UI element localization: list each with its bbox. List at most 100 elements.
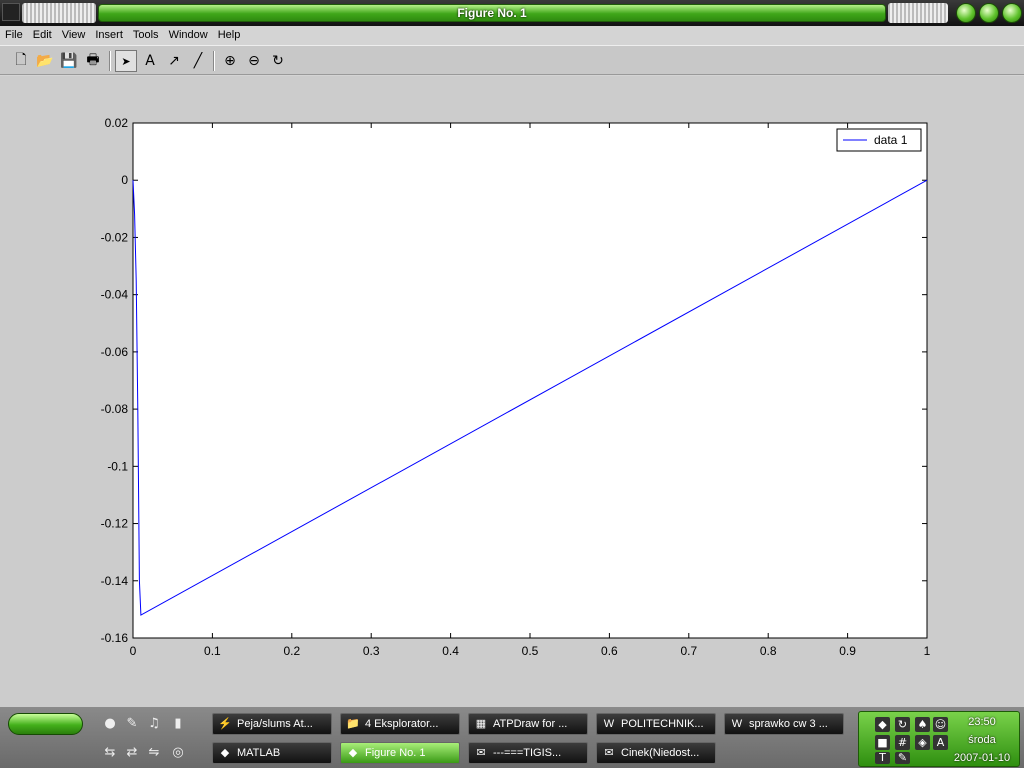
rotate-3d-button[interactable]: ↻ [267, 50, 289, 72]
task-matlab[interactable]: ◆ MATLAB [212, 742, 332, 764]
tray-app-icon[interactable]: ◆ [875, 717, 890, 732]
menu-edit[interactable]: Edit [28, 26, 57, 45]
sync-icon[interactable]: ⇋ [146, 745, 162, 761]
y-tick-label: -0.04 [101, 288, 129, 302]
user-icon[interactable]: ● [102, 716, 118, 732]
y-tick-label: -0.02 [101, 230, 129, 244]
select-arrow-icon: ➤ [121, 54, 131, 68]
task-icon: ◆ [220, 747, 230, 759]
zoom-out-button[interactable]: ⊖ [243, 50, 265, 72]
toolbar-separator [213, 51, 215, 71]
task-tigis[interactable]: ✉ ---===TIGIS... [468, 742, 588, 764]
toolbar-separator [109, 51, 111, 71]
x-tick-label: 0.9 [839, 644, 856, 658]
menu-file[interactable]: File [0, 26, 28, 45]
x-tick-label: 0 [130, 644, 137, 658]
cd-icon[interactable]: ◎ [170, 745, 186, 761]
task-icon: W [731, 718, 743, 730]
y-tick-label: -0.14 [101, 574, 129, 588]
minimize-button[interactable] [956, 3, 976, 23]
clock-time[interactable]: 23:50 [949, 716, 1015, 728]
y-tick-label: 0 [121, 173, 128, 187]
insert-text-icon: A [145, 53, 155, 69]
task-peja[interactable]: ⚡ Peja/slums At... [212, 713, 332, 735]
tray-messenger-icon[interactable]: ☺ [933, 717, 948, 732]
print-button[interactable]: 🖶 [82, 50, 104, 72]
rotate-3d-icon: ↻ [272, 53, 284, 69]
matlab-icon[interactable] [2, 3, 20, 21]
x-tick-label: 1 [924, 644, 931, 658]
tools-icon[interactable]: ✎ [124, 716, 140, 732]
print-icon: 🖶 [86, 52, 100, 68]
tray-window-icon[interactable]: ■ [875, 735, 890, 750]
media-icon[interactable]: ♫ [146, 716, 162, 732]
task-icon: ✉ [604, 747, 614, 759]
menu-tools[interactable]: Tools [128, 26, 164, 45]
task-politechnik[interactable]: W POLITECHNIK... [596, 713, 716, 735]
task-atpdraw[interactable]: ▦ ATPDraw for ... [468, 713, 588, 735]
task-label: sprawko cw 3 ... [749, 718, 828, 730]
maximize-button[interactable] [979, 3, 999, 23]
title-grip-right [888, 3, 948, 23]
insert-line-icon: ╱ [193, 53, 203, 69]
y-tick-label: -0.12 [101, 517, 129, 531]
x-tick-label: 0.6 [601, 644, 618, 658]
insert-text-button[interactable]: A [139, 50, 161, 72]
y-tick-label: -0.1 [107, 459, 128, 473]
menu-bar: File Edit View Insert Tools Window Help [0, 26, 1024, 45]
task-icon: ▦ [475, 718, 487, 730]
menu-view[interactable]: View [57, 26, 91, 45]
save-button[interactable]: 💾 [58, 50, 80, 72]
insert-line-button[interactable]: ╱ [187, 50, 209, 72]
tray-text-icon[interactable]: T [875, 752, 890, 764]
figure-toolbar: 🗋 📂 💾 🖶 ➤ A ↗ ╱ ⊕ ⊖ ↻ [0, 45, 1024, 75]
figure-canvas: 0 0.1 0.2 0.3 0.4 0.5 0.6 0.7 0.8 0.9 1 0.02 0 -0.02 -… [0, 76, 1024, 706]
insert-arrow-icon: ↗ [168, 53, 180, 69]
select-arrow-button[interactable]: ➤ [115, 50, 137, 72]
new-figure-button[interactable]: 🗋 [10, 50, 32, 72]
start-button[interactable] [8, 713, 83, 735]
line-plot[interactable]: 0 0.1 0.2 0.3 0.4 0.5 0.6 0.7 0.8 0.9 1 0.02 0 -0.02 -… [0, 76, 1024, 706]
task-label: POLITECHNIK... [621, 718, 704, 730]
task-icon: W [603, 718, 615, 730]
menu-window[interactable]: Window [164, 26, 213, 45]
network-icon[interactable]: ⇆ [102, 745, 118, 761]
window-title: Figure No. 1 [457, 6, 527, 20]
task-label: Peja/slums At... [237, 718, 313, 730]
menu-insert[interactable]: Insert [90, 26, 128, 45]
tray-font-icon[interactable]: A [933, 735, 948, 750]
close-button[interactable] [1002, 3, 1022, 23]
open-file-icon: 📂 [36, 53, 54, 69]
title-bar[interactable]: Figure No. 1 [0, 0, 1024, 26]
open-file-button[interactable]: 📂 [34, 50, 56, 72]
task-label: 4 Eksplorator... [365, 718, 439, 730]
tray-update-icon[interactable]: ↻ [895, 717, 910, 732]
axes-box [132, 122, 928, 639]
tray-shield-icon[interactable]: ◈ [915, 735, 930, 750]
tray-counter-icon[interactable]: # [895, 735, 910, 750]
new-figure-icon: 🗋 [15, 52, 27, 68]
insert-arrow-button[interactable]: ↗ [163, 50, 185, 72]
zoom-in-button[interactable]: ⊕ [219, 50, 241, 72]
zoom-in-icon: ⊕ [224, 53, 236, 69]
transfer-icon[interactable]: ⇄ [124, 745, 140, 761]
task-sprawko[interactable]: Wsprawko cw 3 ... [724, 713, 844, 735]
task-icon: ✉ [476, 747, 486, 759]
taskbar: ● ✎ ♫ ▮ ⇆ ⇄ ⇋ ◎ ⚡ Peja/slums At... 📁 4 Eks… [0, 706, 1024, 768]
x-tick-label: 0.4 [442, 644, 459, 658]
legend-entry: data 1 [874, 133, 908, 147]
y-tick-label: -0.16 [101, 631, 129, 645]
tray-wrench-icon[interactable]: ✎ [895, 752, 910, 764]
task-label: ---===TIGIS... [493, 747, 562, 759]
menu-help[interactable]: Help [213, 26, 246, 45]
x-tick-label: 0.2 [283, 644, 300, 658]
task-eksplorator[interactable]: 📁 4 Eksplorator... [340, 713, 460, 735]
tray-game-icon[interactable]: ♠ [915, 717, 930, 732]
battery-icon[interactable]: ▮ [170, 716, 186, 732]
task-label: Cinek(Niedost... [621, 747, 700, 759]
task-figure[interactable]: ◆ Figure No. 1 [340, 742, 460, 764]
task-label: ATPDraw for ... [493, 718, 568, 730]
task-cinek[interactable]: ✉ Cinek(Niedost... [596, 742, 716, 764]
save-icon: 💾 [60, 53, 78, 69]
x-tick-label: 0.7 [680, 644, 697, 658]
